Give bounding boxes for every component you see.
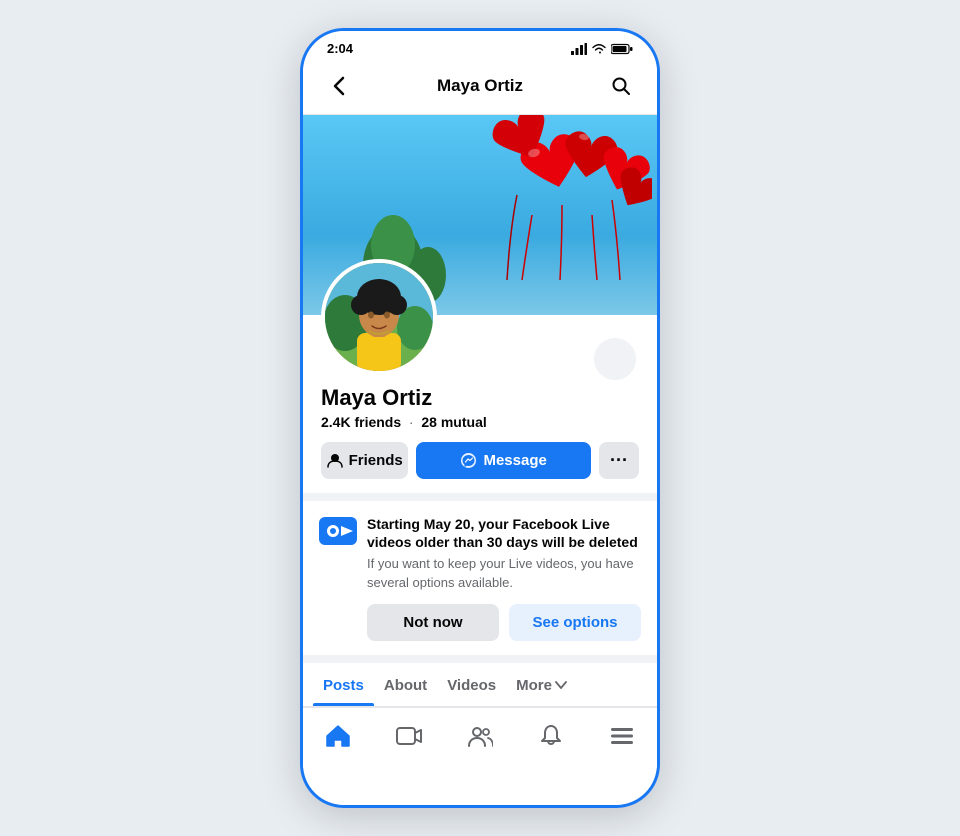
- bottom-nav-video[interactable]: [384, 718, 434, 754]
- phone-frame: 2:04: [300, 28, 660, 808]
- home-icon: [325, 724, 351, 748]
- see-options-button[interactable]: See options: [509, 604, 641, 641]
- battery-icon: [611, 43, 633, 55]
- time-display: 2:04: [327, 41, 353, 56]
- chevron-down-icon: [555, 681, 567, 689]
- profile-section: Maya Ortiz 2.4K friends · 28 mutual Frie…: [303, 315, 657, 493]
- messenger-icon: [460, 452, 477, 469]
- message-button[interactable]: Message: [416, 442, 591, 479]
- bottom-nav-friends[interactable]: [455, 718, 505, 754]
- tab-videos[interactable]: Videos: [437, 663, 506, 706]
- banner-title: Starting May 20, your Facebook Live vide…: [367, 515, 641, 551]
- banner-subtitle: If you want to keep your Live videos, yo…: [367, 555, 641, 591]
- menu-icon: [609, 724, 635, 748]
- live-video-icon: [319, 517, 357, 545]
- search-button[interactable]: [603, 68, 639, 104]
- profile-friends-count: 2.4K friends · 28 mutual: [321, 414, 639, 430]
- avatar-illustration: [325, 263, 433, 371]
- friends-number: 2.4K: [321, 414, 351, 430]
- bottom-nav-home[interactable]: [313, 718, 363, 754]
- profile-name: Maya Ortiz: [321, 385, 639, 411]
- more-dots: ···: [610, 450, 628, 471]
- page-title: Maya Ortiz: [437, 76, 523, 96]
- people-icon: [467, 724, 493, 748]
- notification-banner: Starting May 20, your Facebook Live vide…: [303, 493, 657, 655]
- not-now-button[interactable]: Not now: [367, 604, 499, 641]
- wifi-icon: [591, 43, 607, 55]
- friends-label: friends: [354, 414, 401, 430]
- action-buttons: Friends Message ···: [321, 442, 639, 479]
- more-options-button[interactable]: ···: [599, 442, 639, 479]
- tab-posts[interactable]: Posts: [313, 663, 374, 706]
- signal-icon: [571, 43, 587, 55]
- bell-icon: [539, 724, 563, 748]
- back-button[interactable]: [321, 68, 357, 104]
- status-icons: [571, 43, 633, 55]
- mutual-number: 28: [421, 414, 437, 430]
- friends-button[interactable]: Friends: [321, 442, 408, 479]
- bottom-nav: [303, 707, 657, 768]
- top-nav: Maya Ortiz: [303, 62, 657, 115]
- bottom-nav-menu[interactable]: [597, 718, 647, 754]
- profile-tabs: Posts About Videos More: [303, 655, 657, 707]
- tab-about[interactable]: About: [374, 663, 437, 706]
- message-button-label: Message: [483, 452, 546, 469]
- highlight-button[interactable]: [591, 335, 639, 383]
- balloons: [472, 115, 652, 305]
- bottom-nav-notifications[interactable]: [526, 718, 576, 754]
- avatar: [321, 259, 437, 375]
- status-bar: 2:04: [303, 31, 657, 62]
- tab-more[interactable]: More: [506, 663, 577, 706]
- mutual-label: mutual: [441, 414, 487, 430]
- friends-icon: [327, 453, 343, 469]
- friends-button-label: Friends: [349, 452, 403, 469]
- banner-actions: Not now See options: [367, 604, 641, 641]
- video-icon: [396, 724, 422, 748]
- avatar-container: [321, 259, 437, 375]
